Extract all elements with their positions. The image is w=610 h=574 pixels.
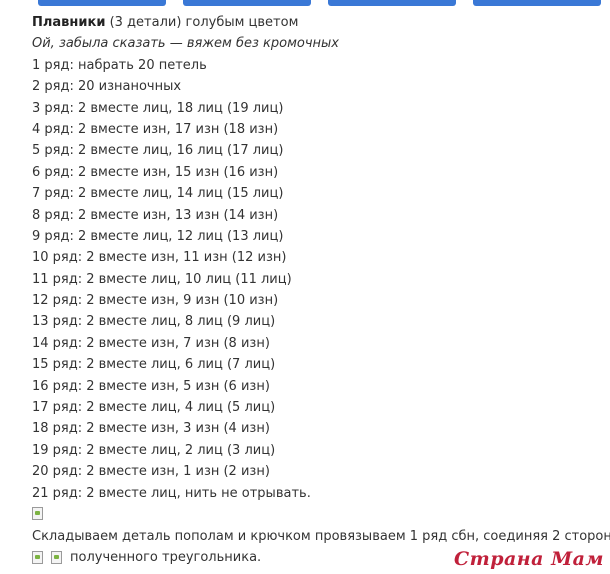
- row-instruction: 2 ряд: 20 изнаночных: [32, 79, 182, 95]
- row-instruction: 5 ряд: 2 вместе лиц, 16 лиц (17 лиц): [32, 143, 284, 159]
- section-title-bold: Плавники: [32, 15, 106, 30]
- post-content: Плавники (3 детали) голубым цветом Ой, з…: [32, 12, 610, 569]
- row-instruction: 21 ряд: 2 вместе лиц, нить не отрывать.: [32, 485, 311, 501]
- row-instruction: 18 ряд: 2 вместе изн, 3 изн (4 изн): [32, 421, 270, 437]
- fold-instruction: Складываем деталь пополам и крючком пров…: [32, 528, 610, 544]
- row-instruction: 4 ряд: 2 вместе изн, 17 изн (18 изн): [32, 121, 279, 137]
- row-instruction: 16 ряд: 2 вместе изн, 5 изн (6 изн): [32, 378, 270, 394]
- top-button-strip: [0, 0, 610, 8]
- top-button-4[interactable]: [473, 0, 601, 6]
- row-instruction: 7 ряд: 2 вместе лиц, 14 лиц (15 лиц): [32, 186, 284, 202]
- top-button-2[interactable]: [183, 0, 311, 6]
- row-instruction: 20 ряд: 2 вместе изн, 1 изн (2 изн): [32, 464, 270, 480]
- row-instruction: 1 ряд: набрать 20 петель: [32, 57, 207, 73]
- top-button-1[interactable]: [38, 0, 166, 6]
- row-instruction: 12 ряд: 2 вместе изн, 9 изн (10 изн): [32, 293, 279, 309]
- top-button-3[interactable]: [328, 0, 456, 6]
- row-instruction: 14 ряд: 2 вместе изн, 7 изн (8 изн): [32, 335, 270, 351]
- row-instruction: 3 ряд: 2 вместе лиц, 18 лиц (19 лиц): [32, 100, 284, 116]
- row-instructions-list: 1 ряд: набрать 20 петель 2 ряд: 20 изнано…: [32, 55, 607, 504]
- row-instruction: 6 ряд: 2 вместе изн, 15 изн (16 изн): [32, 164, 279, 180]
- row-instruction: 11 ряд: 2 вместе лиц, 10 лиц (11 лиц): [32, 271, 292, 287]
- site-watermark-logo: Страна Мам: [453, 548, 604, 570]
- broken-image-icon[interactable]: [32, 506, 43, 520]
- fold-instruction-end: полученного треугольника.: [70, 550, 262, 566]
- row-instruction: 17 ряд: 2 вместе лиц, 4 лиц (5 лиц): [32, 400, 276, 416]
- row-instruction: 15 ряд: 2 вместе лиц, 6 лиц (7 лиц): [32, 357, 276, 373]
- row-instruction: 8 ряд: 2 вместе изн, 13 изн (14 изн): [32, 207, 279, 223]
- broken-image-icon[interactable]: [51, 551, 62, 565]
- image-placeholder-row: [32, 504, 607, 524]
- row-instruction: 13 ряд: 2 вместе лиц, 8 лиц (9 лиц): [32, 314, 276, 330]
- broken-image-icon[interactable]: [32, 551, 43, 565]
- note-text: Ой, забыла сказать — вяжем без кромочных: [32, 36, 340, 52]
- section-title: Плавники (3 детали) голубым цветом: [32, 12, 607, 33]
- section-title-rest: (3 детали) голубым цветом: [105, 15, 299, 30]
- row-instruction: 10 ряд: 2 вместе изн, 11 изн (12 изн): [32, 250, 287, 266]
- row-instruction: 19 ряд: 2 вместе лиц, 2 лиц (3 лиц): [32, 442, 276, 458]
- row-instruction: 9 ряд: 2 вместе лиц, 12 лиц (13 лиц): [32, 228, 284, 244]
